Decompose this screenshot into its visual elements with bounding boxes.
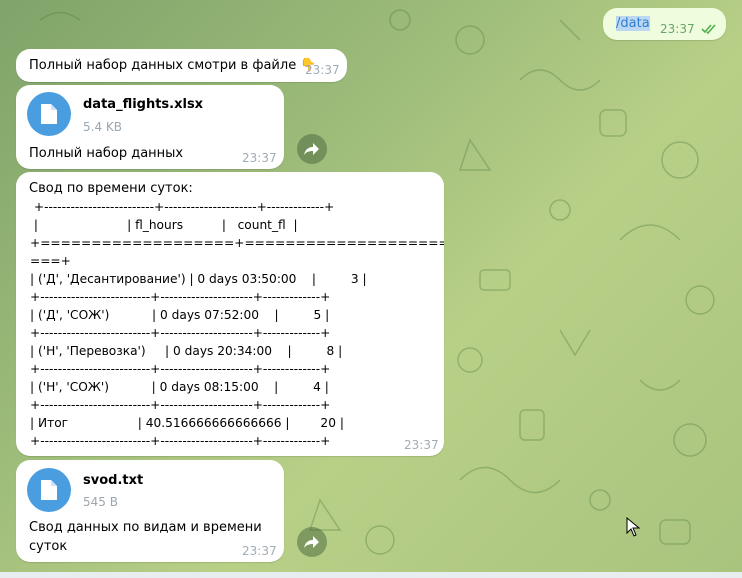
table-line: ===+ (30, 254, 71, 268)
table-line: | ('Д', 'СОЖ') | 0 days 07:52:00 | 5 | (30, 308, 330, 322)
table-line: +-------------------------+-------------… (30, 434, 331, 448)
table-title: Свод по времени суток: (29, 181, 193, 196)
file-message-svod[interactable]: svod.txt 545 B Свод данных по видам и вр… (16, 460, 284, 562)
table-line: +-------------------------+-------------… (30, 398, 331, 412)
file-caption-line1: Свод данных по видам и времени (29, 520, 262, 535)
mouse-cursor-icon (626, 517, 640, 537)
file-icon[interactable] (27, 92, 71, 136)
message-time: 23:37 (305, 63, 340, 77)
incoming-message-svod-table[interactable]: Свод по времени суток: +----------------… (16, 172, 444, 456)
table-line: | Итог | 40.516666666666666 | 20 | (30, 416, 344, 430)
file-size: 545 B (83, 495, 118, 509)
file-caption-line2: суток (29, 539, 68, 554)
table-line: | ('Н', 'Перевозка') | 0 days 20:34:00 |… (30, 344, 343, 358)
ascii-table: +-------------------------+-------------… (30, 198, 444, 450)
file-caption: Полный набор данных (29, 146, 184, 161)
file-message-data-flights[interactable]: data_flights.xlsx 5.4 KB Полный набор да… (16, 85, 284, 169)
table-line: +-------------------------+-------------… (30, 362, 331, 376)
share-button[interactable] (297, 134, 327, 164)
share-icon (304, 143, 319, 155)
message-time: 23:37 (242, 151, 277, 165)
file-name[interactable]: svod.txt (83, 473, 143, 488)
bottom-edge (0, 572, 742, 578)
file-name[interactable]: data_flights.xlsx (83, 97, 203, 112)
message-time: 23:37 (242, 544, 277, 558)
table-line: | ('Н', 'СОЖ') | 0 days 08:15:00 | 4 | (30, 380, 329, 394)
outgoing-message[interactable]: /data 23:37 (603, 8, 726, 40)
share-button[interactable] (297, 527, 327, 557)
message-time: 23:37 (404, 438, 439, 452)
table-line: +-------------------------+-------------… (30, 326, 331, 340)
message-text: Полный набор данных смотри в файле 👇 (29, 58, 317, 73)
double-check-icon (701, 24, 716, 35)
share-icon (304, 536, 319, 548)
table-line: +-------------------------+-------------… (30, 200, 335, 214)
message-time: 23:37 (660, 22, 695, 36)
table-line: | ('Д', 'Десантирование') | 0 days 03:50… (30, 272, 367, 286)
bot-command-link[interactable]: /data (616, 16, 650, 31)
table-line: +-------------------------+-------------… (30, 290, 331, 304)
file-icon[interactable] (27, 468, 71, 512)
table-line: | | fl_hours | count_fl | (30, 218, 298, 232)
table-line: +===================+===================… (30, 236, 444, 250)
incoming-message-intro[interactable]: Полный набор данных смотри в файле 👇 23:… (16, 49, 347, 82)
file-size: 5.4 KB (83, 120, 122, 134)
